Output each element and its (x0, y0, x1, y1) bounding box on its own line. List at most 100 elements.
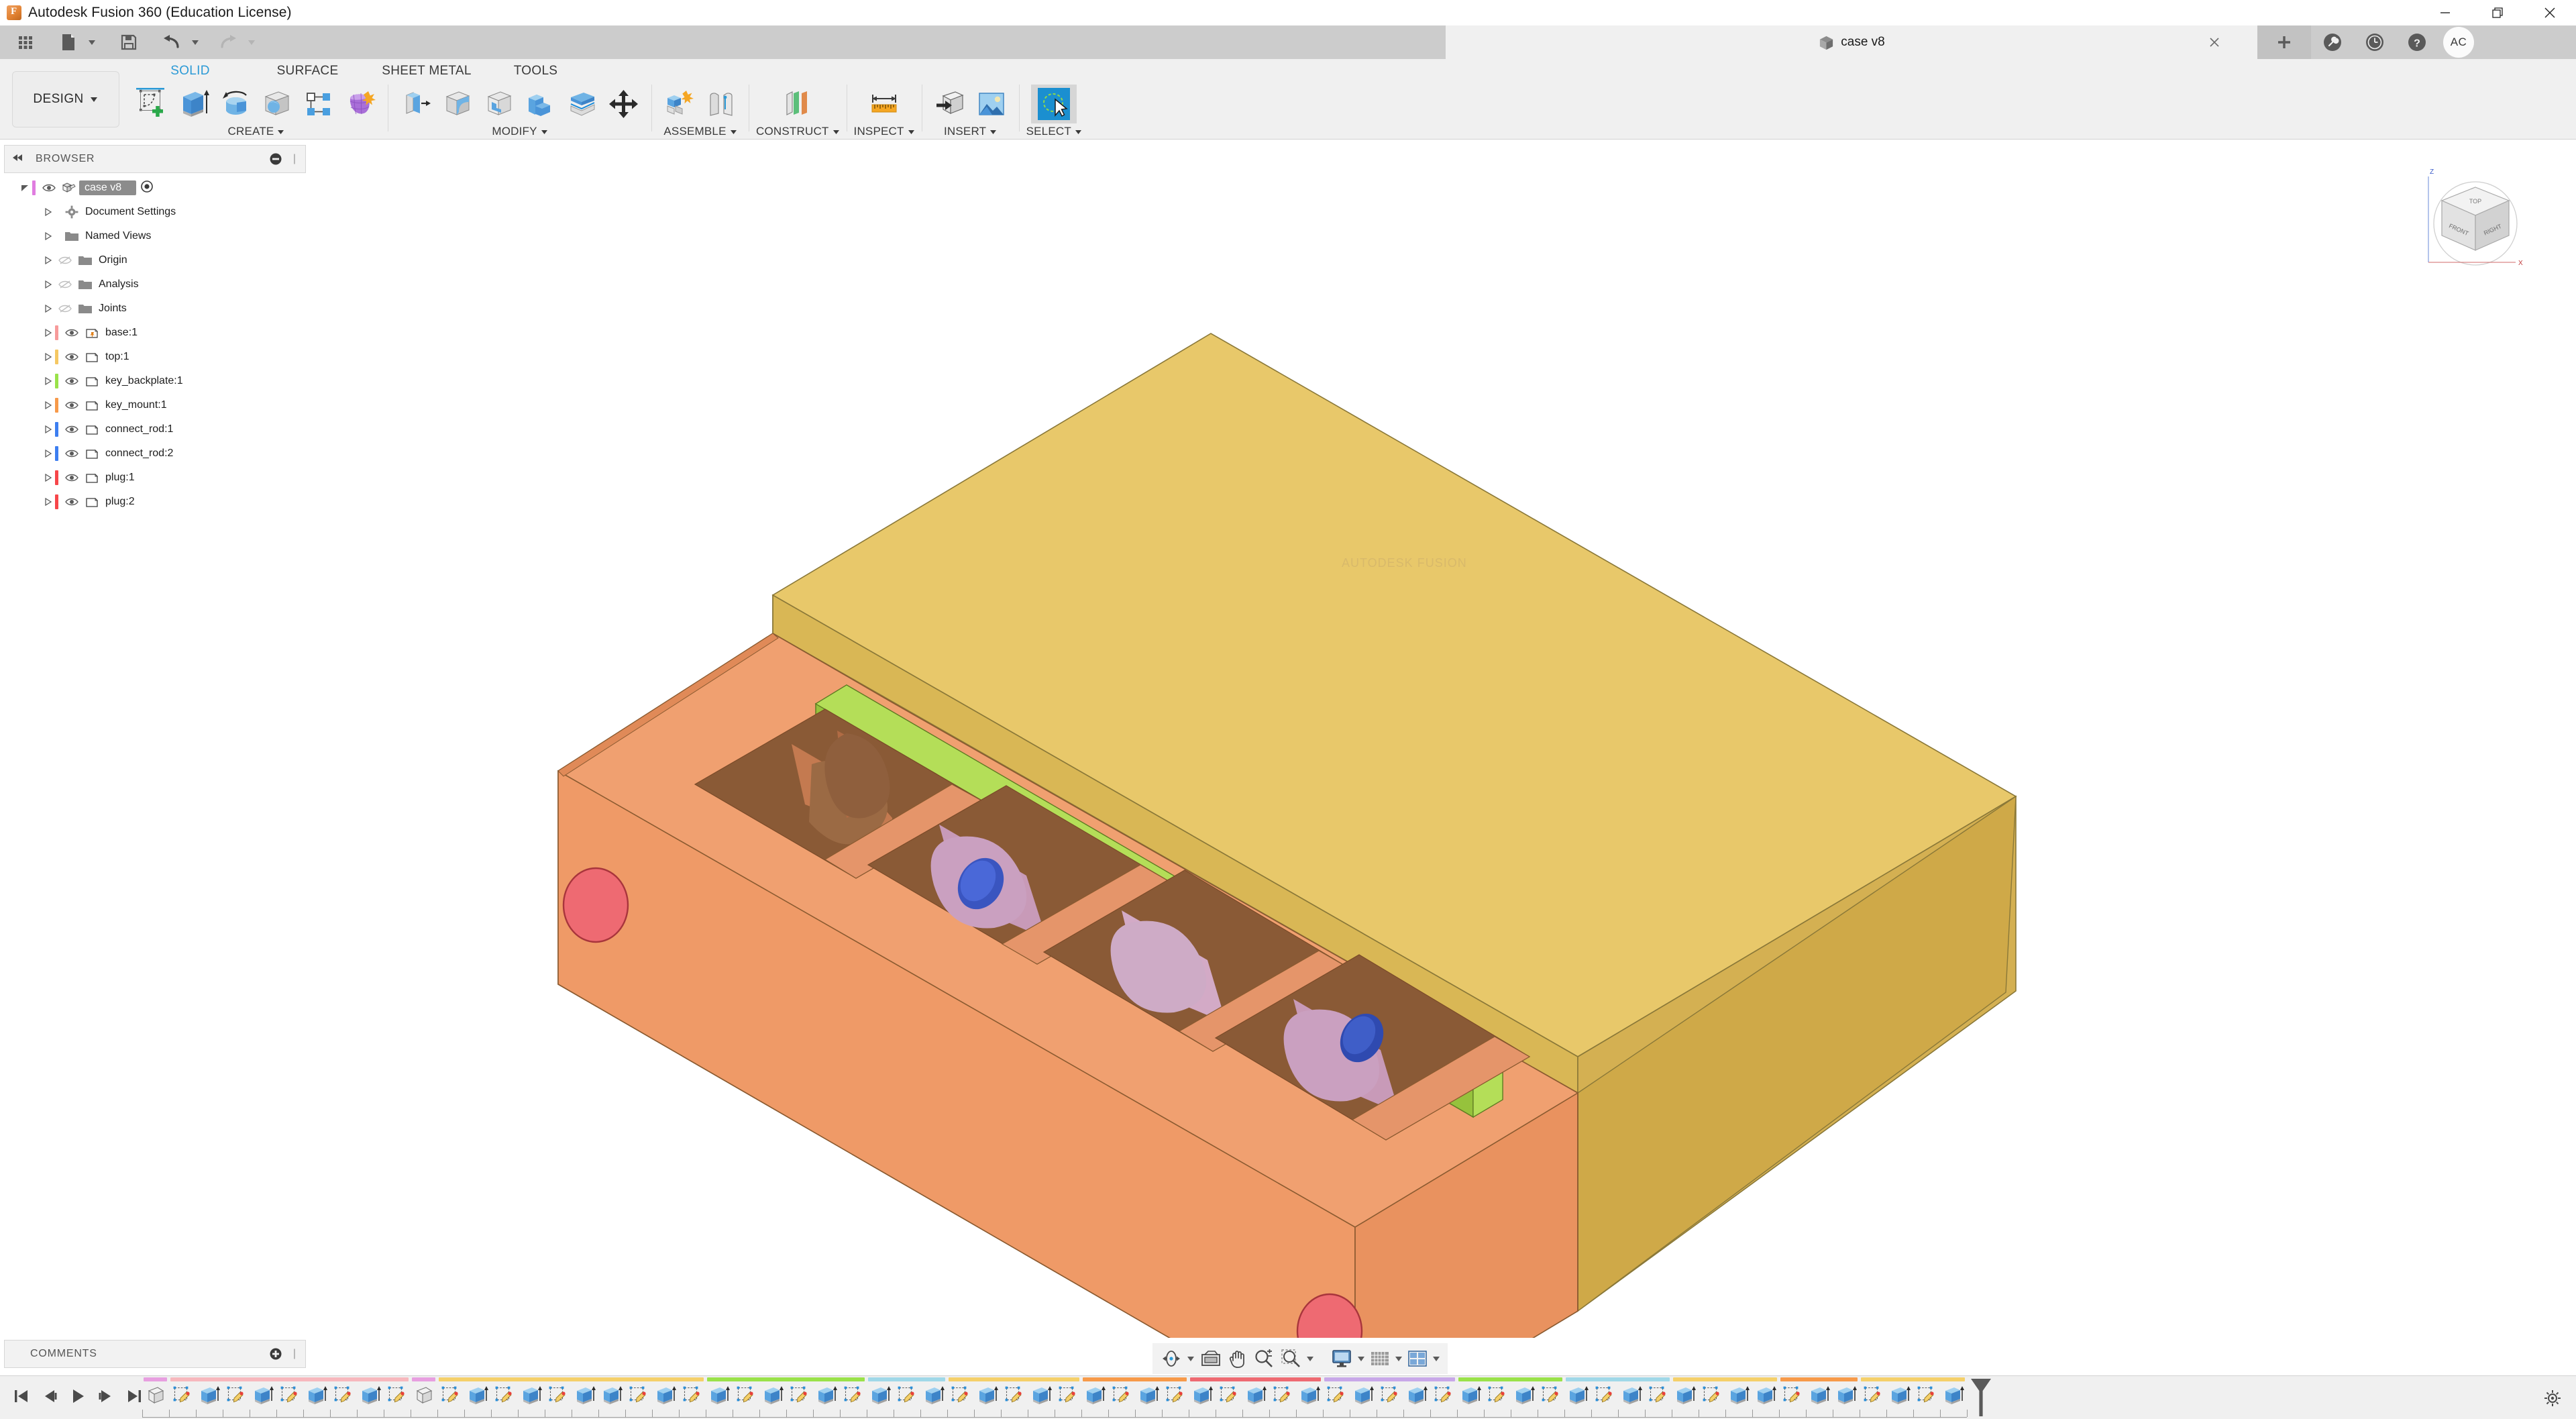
form-button[interactable] (339, 85, 381, 123)
expand-arrow-icon[interactable] (40, 352, 55, 362)
shell-button[interactable] (478, 85, 520, 123)
save-button[interactable] (110, 25, 148, 59)
grid-snaps-button[interactable] (1367, 1343, 1393, 1374)
measure-button[interactable] (861, 85, 907, 123)
undo-dropdown[interactable] (186, 25, 204, 59)
offset-plane-button[interactable] (775, 85, 820, 123)
display-settings-dropdown[interactable] (1355, 1355, 1367, 1363)
timeline-feature-sketch[interactable] (1699, 1383, 1725, 1408)
joint-button[interactable] (700, 85, 742, 123)
tree-node-key-mount-1[interactable]: key_mount:1 (4, 393, 306, 417)
timeline-feature-extrude[interactable] (572, 1383, 598, 1408)
expand-arrow-icon[interactable] (40, 256, 55, 265)
select-tool-button[interactable] (1031, 85, 1077, 123)
redo-button[interactable] (213, 25, 243, 59)
expand-arrow-icon[interactable] (40, 207, 55, 217)
timeline-feature-extrude[interactable] (464, 1383, 491, 1408)
timeline-feature-extrude[interactable] (652, 1383, 679, 1408)
play-button[interactable] (64, 1381, 91, 1411)
timeline-marker[interactable] (1970, 1379, 1992, 1419)
revolve-button[interactable] (215, 85, 256, 123)
visibility-eye-icon[interactable] (62, 352, 82, 362)
expand-arrow-icon[interactable] (40, 376, 55, 386)
visibility-eye-icon[interactable] (62, 497, 82, 507)
timeline-feature-extrude[interactable] (1403, 1383, 1430, 1408)
timeline-feature-sketch[interactable] (169, 1383, 196, 1408)
timeline-settings-gear-icon[interactable] (2544, 1389, 2561, 1410)
timeline-feature-sketch[interactable] (1538, 1383, 1564, 1408)
timeline-feature-extrude[interactable] (1189, 1383, 1216, 1408)
new-component-button[interactable] (659, 85, 700, 123)
timeline-feature-sketch[interactable] (1323, 1383, 1350, 1408)
timeline-feature-sketch[interactable] (1779, 1383, 1806, 1408)
tree-node-connect-rod-2[interactable]: connect_rod:2 (4, 441, 306, 466)
workspace-switcher[interactable]: DESIGN (12, 71, 119, 127)
timeline-feature-extrude[interactable] (1806, 1383, 1833, 1408)
visibility-eye-icon[interactable] (62, 425, 82, 434)
visibility-eye-off-icon[interactable] (55, 280, 75, 289)
timeline-feature-extrude[interactable] (1350, 1383, 1377, 1408)
panel-label-select[interactable]: SELECT (1026, 123, 1082, 140)
timeline-feature-extrude[interactable] (1886, 1383, 1913, 1408)
timeline-feature-sketch[interactable] (733, 1383, 759, 1408)
timeline-feature-extrude[interactable] (867, 1383, 894, 1408)
timeline-feature-extrude[interactable] (196, 1383, 223, 1408)
panel-label-assemble[interactable]: ASSEMBLE (663, 123, 737, 140)
undo-button[interactable] (157, 25, 186, 59)
timeline-feature-extrude[interactable] (1135, 1383, 1162, 1408)
visibility-eye-icon[interactable] (62, 449, 82, 458)
tree-node-top-1[interactable]: top:1 (4, 345, 306, 369)
visibility-eye-off-icon[interactable] (55, 256, 75, 265)
timeline-feature-sketch[interactable] (947, 1383, 974, 1408)
expand-arrow-icon[interactable] (40, 280, 55, 289)
timeline-feature-extrude[interactable] (1752, 1383, 1779, 1408)
tree-node-joints[interactable]: Joints (4, 297, 306, 321)
step-backward-button[interactable] (36, 1381, 63, 1411)
minimize-button[interactable] (2419, 0, 2471, 25)
expand-arrow-icon[interactable] (40, 328, 55, 337)
timeline-feature-sketch[interactable] (437, 1383, 464, 1408)
step-forward-button[interactable] (93, 1381, 119, 1411)
tree-node-origin[interactable]: Origin (4, 248, 306, 272)
minus-circle-icon[interactable] (269, 152, 282, 169)
timeline-feature-extrude[interactable] (1940, 1383, 1967, 1408)
display-settings-button[interactable] (1328, 1343, 1355, 1374)
look-at-button[interactable] (1197, 1343, 1225, 1374)
timeline-feature-component[interactable] (411, 1383, 437, 1408)
activate-component-icon[interactable] (140, 180, 154, 197)
grid-snaps-dropdown[interactable] (1393, 1355, 1405, 1363)
extensions-button[interactable] (2311, 25, 2353, 59)
plus-circle-icon[interactable] (269, 1347, 282, 1364)
move-copy-button[interactable] (603, 85, 645, 123)
avatar[interactable]: AC (2443, 27, 2474, 58)
press-pull-button[interactable] (395, 85, 437, 123)
timeline-feature-extrude[interactable] (1725, 1383, 1752, 1408)
collapse-left-icon[interactable] (11, 153, 25, 166)
tree-node-connect-rod-1[interactable]: connect_rod:1 (4, 417, 306, 441)
panel-grip-icon[interactable]: | (293, 1348, 296, 1360)
tab-solid[interactable]: SOLID (131, 59, 249, 83)
timeline-feature-extrude[interactable] (303, 1383, 330, 1408)
timeline-feature-sketch[interactable] (223, 1383, 250, 1408)
timeline-feature-sketch[interactable] (1645, 1383, 1672, 1408)
viewport-layout-button[interactable] (1405, 1343, 1430, 1374)
tab-tools[interactable]: TOOLS (487, 59, 584, 83)
panel-grip-icon[interactable]: | (293, 153, 296, 165)
create-sketch-button[interactable] (131, 85, 173, 123)
timeline-feature-extrude[interactable] (1564, 1383, 1591, 1408)
timeline-feature-extrude[interactable] (357, 1383, 384, 1408)
tree-node-named-views[interactable]: Named Views (4, 224, 306, 248)
panel-label-create[interactable]: CREATE (228, 123, 285, 140)
viewcube[interactable]: TOP FRONT RIGHT Z X (2415, 162, 2536, 282)
timeline-feature-extrude[interactable] (1833, 1383, 1860, 1408)
timeline-feature-sketch[interactable] (491, 1383, 518, 1408)
maximize-button[interactable] (2471, 0, 2524, 25)
sphere-button[interactable] (256, 85, 298, 123)
timeline-feature-extrude[interactable] (1457, 1383, 1484, 1408)
timeline-feature-sketch[interactable] (1108, 1383, 1135, 1408)
tree-node-base-1[interactable]: base:1 (4, 321, 306, 345)
fit-button[interactable] (1277, 1343, 1304, 1374)
tree-node-document-settings[interactable]: Document Settings (4, 200, 306, 224)
redo-dropdown[interactable] (243, 25, 260, 59)
timeline-feature-extrude[interactable] (920, 1383, 947, 1408)
